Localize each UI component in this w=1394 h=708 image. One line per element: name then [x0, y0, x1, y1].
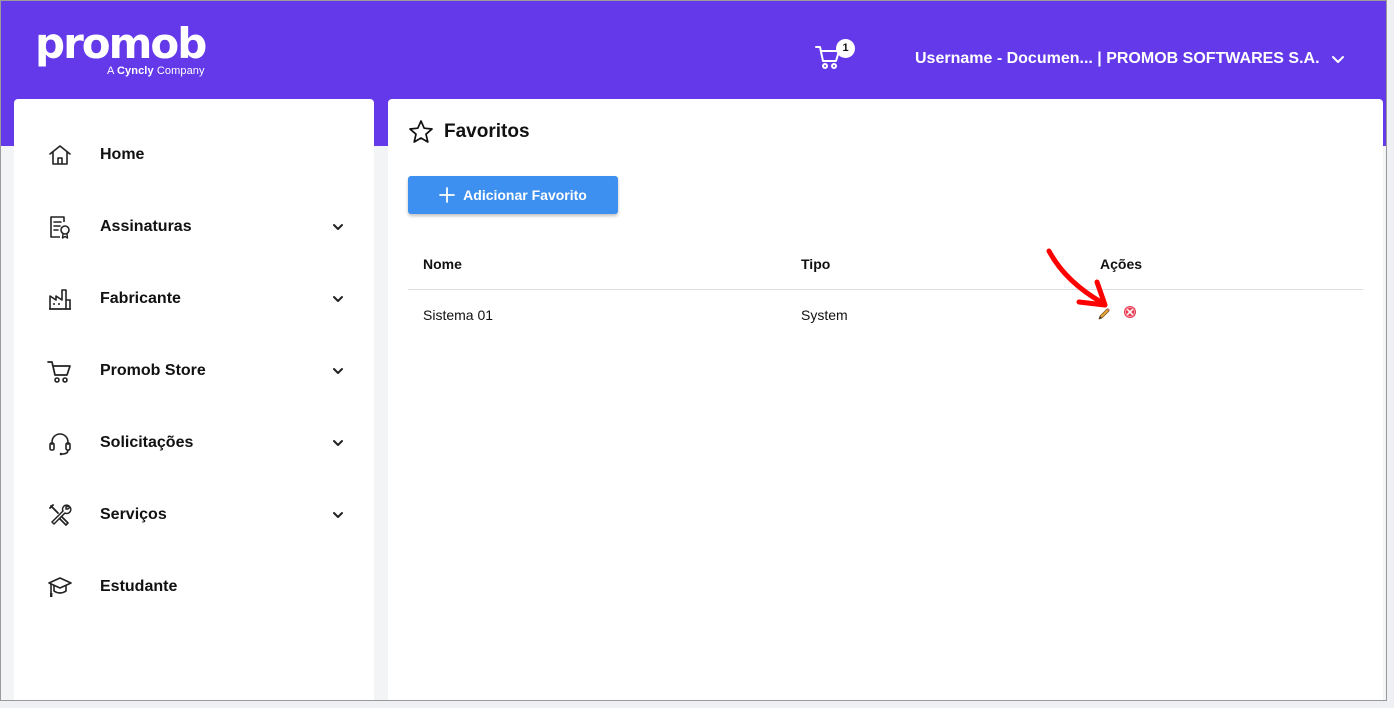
- home-icon: [49, 145, 71, 165]
- chevron-down-icon: [333, 512, 343, 518]
- favorites-panel: Favoritos Adicionar Favorito Nome Tipo A…: [388, 99, 1383, 700]
- add-favorite-label: Adicionar Favorito: [463, 187, 587, 203]
- chevron-down-icon: [1331, 56, 1344, 63]
- sidebar-item-label: Solicitações: [100, 434, 194, 451]
- page-title: Favoritos: [444, 121, 530, 142]
- graduation-cap-icon: [48, 577, 72, 597]
- chevron-down-icon: [333, 368, 343, 374]
- factory-icon: [49, 289, 71, 310]
- sidebar-item-estudante[interactable]: Estudante: [14, 562, 374, 612]
- table-header-divider: [408, 289, 1363, 290]
- sidebar-item-promob-store[interactable]: Promob Store: [14, 346, 374, 396]
- user-account-label: Username - Documen... | PROMOB SOFTWARES…: [915, 50, 1320, 67]
- logo-tagline-brand: Cyncly: [117, 65, 154, 77]
- sidebar-item-fabricante[interactable]: Fabricante: [14, 274, 374, 324]
- chevron-down-icon: [333, 440, 343, 446]
- user-account-menu[interactable]: Username - Documen... | PROMOB SOFTWARES…: [915, 48, 1346, 70]
- page-header: Favoritos: [408, 119, 530, 145]
- sidebar-item-label: Promob Store: [100, 362, 206, 379]
- add-favorite-button[interactable]: Adicionar Favorito: [408, 176, 618, 214]
- column-header-tipo[interactable]: Tipo: [801, 256, 830, 272]
- cell-nome: Sistema 01: [423, 307, 494, 323]
- promob-logo[interactable]: promob A Cyncly Company: [35, 19, 207, 78]
- logo-tagline: A Cyncly Company: [107, 65, 205, 77]
- sidebar-item-solicitacoes[interactable]: Solicitações: [14, 418, 374, 468]
- sidebar-item-servicos[interactable]: Serviços: [14, 490, 374, 540]
- chevron-down-icon: [333, 224, 343, 230]
- headset-icon: [49, 433, 71, 456]
- document-badge-icon: [50, 216, 70, 239]
- cart-icon: [47, 361, 71, 383]
- chevron-down-icon: [333, 296, 343, 302]
- plus-icon: [439, 187, 456, 203]
- cart-button[interactable]: 1: [814, 39, 856, 73]
- cart-count-badge: 1: [836, 39, 855, 58]
- sidebar-item-home[interactable]: Home: [14, 130, 374, 180]
- cell-tipo: System: [801, 307, 848, 323]
- sidebar-nav: Home Assinaturas Fabricante Promob Store…: [14, 99, 374, 700]
- sidebar-item-label: Estudante: [100, 578, 178, 595]
- sidebar-item-label: Home: [100, 146, 145, 163]
- sidebar-item-assinaturas[interactable]: Assinaturas: [14, 202, 374, 252]
- annotation-arrow-icon: [1046, 248, 1108, 308]
- delete-icon[interactable]: [1123, 305, 1137, 319]
- sidebar-item-label: Fabricante: [100, 290, 181, 307]
- logo-tagline-prefix: A: [107, 65, 114, 77]
- tools-icon: [49, 504, 72, 526]
- app-frame: promob A Cyncly Company 1 Username - Doc…: [0, 0, 1387, 701]
- sidebar-item-label: Serviços: [100, 506, 167, 523]
- logo-wordmark: promob: [35, 19, 207, 68]
- logo-tagline-suffix: Company: [156, 65, 205, 77]
- star-icon: [409, 120, 433, 143]
- sidebar-item-label: Assinaturas: [100, 218, 192, 235]
- column-header-nome[interactable]: Nome: [423, 256, 462, 272]
